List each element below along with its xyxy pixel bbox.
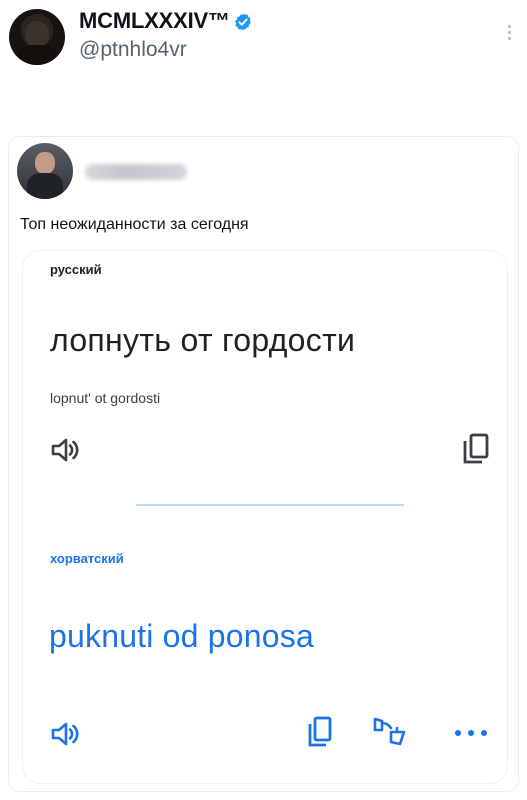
author-avatar[interactable] bbox=[9, 9, 65, 65]
quoted-post-text: Топ неожиданности за сегодня bbox=[20, 216, 249, 233]
more-horizontal-icon bbox=[455, 730, 487, 736]
feedback-icon bbox=[373, 717, 406, 746]
target-text: puknuti od ponosa bbox=[49, 618, 314, 654]
speaker-icon bbox=[51, 438, 79, 462]
quoted-author-name-redacted bbox=[85, 164, 187, 180]
speaker-icon bbox=[51, 722, 79, 746]
verified-badge-icon bbox=[234, 12, 251, 31]
copy-icon bbox=[308, 716, 332, 747]
copy-icon bbox=[463, 433, 489, 464]
target-language-label: хорватский bbox=[50, 551, 124, 566]
source-language-label: русский bbox=[50, 262, 102, 277]
author-display-name[interactable]: MCMLXXXIV™ bbox=[79, 8, 253, 34]
author-name-text: MCMLXXXIV™ bbox=[79, 8, 230, 33]
author-handle[interactable]: @ptnhlo4vr bbox=[79, 38, 187, 62]
more-options-icon[interactable] bbox=[508, 25, 512, 45]
language-divider bbox=[136, 504, 404, 506]
source-text: лопнуть от гордости bbox=[50, 322, 356, 358]
transliteration-text: lopnut' ot gordosti bbox=[50, 390, 161, 406]
quoted-author-avatar[interactable] bbox=[17, 143, 73, 199]
